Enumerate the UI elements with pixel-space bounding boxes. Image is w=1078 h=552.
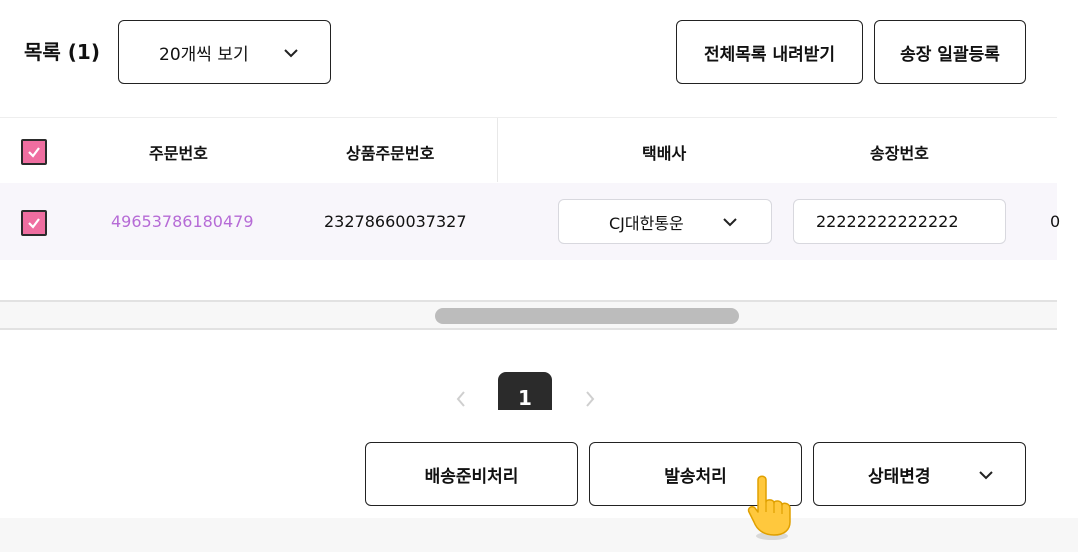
- invoice-number-input[interactable]: [793, 199, 1006, 244]
- list-title: 목록 (1): [24, 40, 100, 64]
- table-header: 주문번호 상품주문번호 택배사 송장번호: [0, 117, 1057, 183]
- chevron-down-icon: [979, 471, 993, 480]
- chevron-down-icon: [723, 218, 737, 227]
- order-number-link[interactable]: 49653786180479: [111, 212, 254, 231]
- check-icon: [28, 218, 40, 229]
- product-order-number: 23278660037327: [324, 212, 467, 231]
- column-header-courier: 택배사: [642, 144, 687, 163]
- check-icon: [28, 147, 40, 158]
- status-change-label: 상태변경: [868, 466, 931, 487]
- courier-select[interactable]: CJ대한통운: [558, 199, 772, 244]
- bulk-invoice-button[interactable]: 송장 일괄등록: [874, 20, 1026, 84]
- pointer-hand-icon: [747, 475, 791, 540]
- table-row: 49653786180479 23278660037327 CJ대한통운 0: [0, 183, 1061, 260]
- page-size-label: 20개씩 보기: [159, 44, 249, 65]
- column-header-product-order-number: 상품주문번호: [346, 144, 435, 163]
- chevron-left-icon[interactable]: [452, 388, 470, 410]
- chevron-down-icon: [284, 49, 298, 58]
- overflow-cell: 0: [1050, 212, 1061, 231]
- footer-band: [0, 518, 1078, 552]
- column-header-invoice-number: 송장번호: [870, 144, 929, 163]
- select-all-checkbox[interactable]: [21, 139, 47, 165]
- row-checkbox[interactable]: [21, 210, 47, 236]
- status-change-select[interactable]: 상태변경: [813, 442, 1026, 506]
- chevron-right-icon[interactable]: [581, 388, 599, 410]
- page-size-select[interactable]: 20개씩 보기: [118, 20, 331, 84]
- courier-value: CJ대한통운: [609, 213, 684, 233]
- column-header-order-number: 주문번호: [149, 144, 208, 163]
- horizontal-scrollbar-thumb[interactable]: [435, 308, 739, 324]
- download-all-button[interactable]: 전체목록 내려받기: [676, 20, 863, 84]
- page-button-1[interactable]: 1: [498, 372, 552, 410]
- column-divider: [497, 118, 498, 182]
- ready-shipping-button[interactable]: 배송준비처리: [365, 442, 578, 506]
